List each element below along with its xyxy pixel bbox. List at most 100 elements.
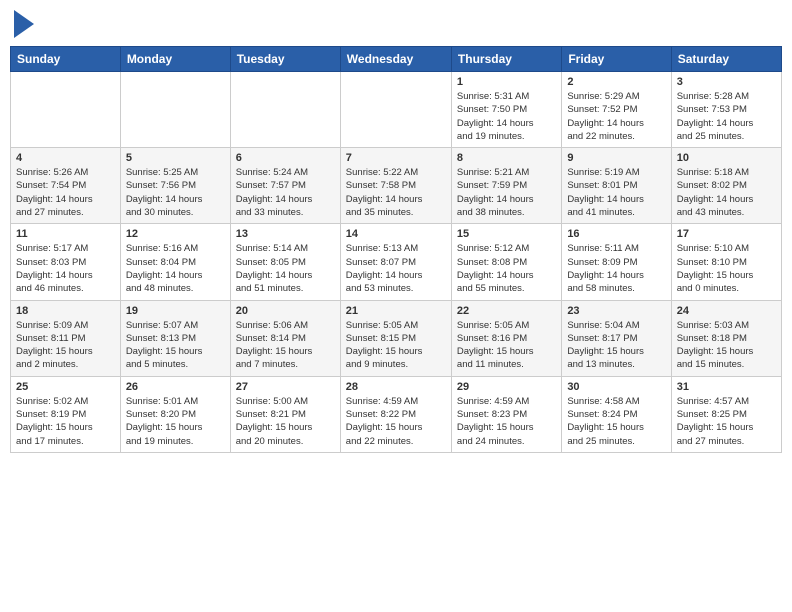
day-info: Sunrise: 4:59 AM Sunset: 8:23 PM Dayligh… [457,395,556,448]
day-info: Sunrise: 5:14 AM Sunset: 8:05 PM Dayligh… [236,242,335,295]
day-info: Sunrise: 5:17 AM Sunset: 8:03 PM Dayligh… [16,242,115,295]
day-info: Sunrise: 5:06 AM Sunset: 8:14 PM Dayligh… [236,319,335,372]
day-info: Sunrise: 5:04 AM Sunset: 8:17 PM Dayligh… [567,319,665,372]
day-info: Sunrise: 5:16 AM Sunset: 8:04 PM Dayligh… [126,242,225,295]
calendar-cell: 11 Sunrise: 5:17 AM Sunset: 8:03 PM Dayli… [11,224,121,300]
calendar-cell [340,72,451,148]
calendar-week-row: 18Sunrise: 5:09 AM Sunset: 8:11 PM Dayli… [11,300,782,376]
day-of-week-header: Tuesday [230,47,340,72]
calendar-cell: 17 Sunrise: 5:10 AM Sunset: 8:10 PM Dayli… [671,224,781,300]
calendar-cell [230,72,340,148]
day-number: 16 [567,228,665,240]
day-number: 3 [677,76,776,88]
day-number: 5 [126,152,225,164]
day-of-week-header: Monday [120,47,230,72]
day-number: 2 [567,76,665,88]
day-number: 26 [126,381,225,393]
logo-icon [14,10,34,38]
day-info: Sunrise: 5:18 AM Sunset: 8:02 PM Dayligh… [677,166,776,219]
day-number: 17 [677,228,776,240]
calendar-cell: 25 Sunrise: 5:02 AM Sunset: 8:19 PM Dayli… [11,376,121,452]
page-header [10,10,782,38]
day-number: 11 [16,228,115,240]
day-number: 22 [457,305,556,317]
day-of-week-header: Friday [562,47,671,72]
day-info: Sunrise: 5:00 AM Sunset: 8:21 PM Dayligh… [236,395,335,448]
day-info: Sunrise: 5:19 AM Sunset: 8:01 PM Dayligh… [567,166,665,219]
day-number: 14 [346,228,446,240]
day-info: Sunrise: 5:25 AM Sunset: 7:56 PM Dayligh… [126,166,225,219]
day-number: 21 [346,305,446,317]
day-info: Sunrise: 5:28 AM Sunset: 7:53 PM Dayligh… [677,90,776,143]
calendar-cell: 16 Sunrise: 5:11 AM Sunset: 8:09 PM Dayli… [562,224,671,300]
day-info: Sunrise: 5:07 AM Sunset: 8:13 PM Dayligh… [126,319,225,372]
day-number: 15 [457,228,556,240]
day-of-week-header: Saturday [671,47,781,72]
day-info: Sunrise: 5:05 AM Sunset: 8:15 PM Dayligh… [346,319,446,372]
day-number: 27 [236,381,335,393]
calendar-cell: 3 Sunrise: 5:28 AM Sunset: 7:53 PM Daylig… [671,72,781,148]
day-number: 6 [236,152,335,164]
day-number: 1 [457,76,556,88]
day-info: Sunrise: 5:02 AM Sunset: 8:19 PM Dayligh… [16,395,115,448]
day-info: Sunrise: 5:12 AM Sunset: 8:08 PM Dayligh… [457,242,556,295]
calendar-cell: 14 Sunrise: 5:13 AM Sunset: 8:07 PM Dayli… [340,224,451,300]
day-number: 9 [567,152,665,164]
day-info: Sunrise: 4:58 AM Sunset: 8:24 PM Dayligh… [567,395,665,448]
day-number: 8 [457,152,556,164]
day-number: 4 [16,152,115,164]
day-number: 25 [16,381,115,393]
calendar-cell: 20 Sunrise: 5:06 AM Sunset: 8:14 PM Dayli… [230,300,340,376]
calendar-cell: 30Sunrise: 4:58 AM Sunset: 8:24 PM Dayli… [562,376,671,452]
calendar-cell: 4 Sunrise: 5:26 AM Sunset: 7:54 PM Daylig… [11,148,121,224]
calendar-cell: 13 Sunrise: 5:14 AM Sunset: 8:05 PM Dayli… [230,224,340,300]
calendar-week-row: 11 Sunrise: 5:17 AM Sunset: 8:03 PM Dayli… [11,224,782,300]
calendar-cell [120,72,230,148]
day-info: Sunrise: 5:01 AM Sunset: 8:20 PM Dayligh… [126,395,225,448]
day-number: 7 [346,152,446,164]
day-number: 20 [236,305,335,317]
calendar-week-row: 1 Sunrise: 5:31 AM Sunset: 7:50 PM Daylig… [11,72,782,148]
day-info: Sunrise: 5:31 AM Sunset: 7:50 PM Dayligh… [457,90,556,143]
day-info: Sunrise: 5:13 AM Sunset: 8:07 PM Dayligh… [346,242,446,295]
calendar-week-row: 25 Sunrise: 5:02 AM Sunset: 8:19 PM Dayli… [11,376,782,452]
calendar-cell: 27 Sunrise: 5:00 AM Sunset: 8:21 PM Dayli… [230,376,340,452]
calendar-cell: 26 Sunrise: 5:01 AM Sunset: 8:20 PM Dayli… [120,376,230,452]
day-number: 31 [677,381,776,393]
day-number: 12 [126,228,225,240]
day-number: 18 [16,305,115,317]
calendar-cell: 2 Sunrise: 5:29 AM Sunset: 7:52 PM Daylig… [562,72,671,148]
day-info: Sunrise: 5:26 AM Sunset: 7:54 PM Dayligh… [16,166,115,219]
day-info: Sunrise: 5:22 AM Sunset: 7:58 PM Dayligh… [346,166,446,219]
day-info: Sunrise: 5:29 AM Sunset: 7:52 PM Dayligh… [567,90,665,143]
calendar-cell: 28 Sunrise: 4:59 AM Sunset: 8:22 PM Dayli… [340,376,451,452]
day-number: 10 [677,152,776,164]
day-info: Sunrise: 4:59 AM Sunset: 8:22 PM Dayligh… [346,395,446,448]
day-of-week-header: Wednesday [340,47,451,72]
calendar-cell: 1 Sunrise: 5:31 AM Sunset: 7:50 PM Daylig… [451,72,561,148]
calendar-cell: 19Sunrise: 5:07 AM Sunset: 8:13 PM Dayli… [120,300,230,376]
day-info: Sunrise: 5:21 AM Sunset: 7:59 PM Dayligh… [457,166,556,219]
day-number: 24 [677,305,776,317]
day-number: 28 [346,381,446,393]
calendar-cell: 24 Sunrise: 5:03 AM Sunset: 8:18 PM Dayli… [671,300,781,376]
day-info: Sunrise: 5:03 AM Sunset: 8:18 PM Dayligh… [677,319,776,372]
calendar-cell: 5 Sunrise: 5:25 AM Sunset: 7:56 PM Daylig… [120,148,230,224]
calendar-week-row: 4 Sunrise: 5:26 AM Sunset: 7:54 PM Daylig… [11,148,782,224]
calendar-cell: 31Sunrise: 4:57 AM Sunset: 8:25 PM Dayli… [671,376,781,452]
calendar-cell: 18Sunrise: 5:09 AM Sunset: 8:11 PM Dayli… [11,300,121,376]
day-number: 13 [236,228,335,240]
calendar-cell [11,72,121,148]
calendar-cell: 6Sunrise: 5:24 AM Sunset: 7:57 PM Daylig… [230,148,340,224]
day-info: Sunrise: 5:05 AM Sunset: 8:16 PM Dayligh… [457,319,556,372]
calendar-cell: 29Sunrise: 4:59 AM Sunset: 8:23 PM Dayli… [451,376,561,452]
day-of-week-header: Sunday [11,47,121,72]
calendar-table: SundayMondayTuesdayWednesdayThursdayFrid… [10,46,782,453]
logo [14,10,36,38]
day-of-week-header: Thursday [451,47,561,72]
day-info: Sunrise: 5:11 AM Sunset: 8:09 PM Dayligh… [567,242,665,295]
day-info: Sunrise: 5:10 AM Sunset: 8:10 PM Dayligh… [677,242,776,295]
day-number: 23 [567,305,665,317]
calendar-cell: 10 Sunrise: 5:18 AM Sunset: 8:02 PM Dayli… [671,148,781,224]
calendar-cell: 21 Sunrise: 5:05 AM Sunset: 8:15 PM Dayli… [340,300,451,376]
